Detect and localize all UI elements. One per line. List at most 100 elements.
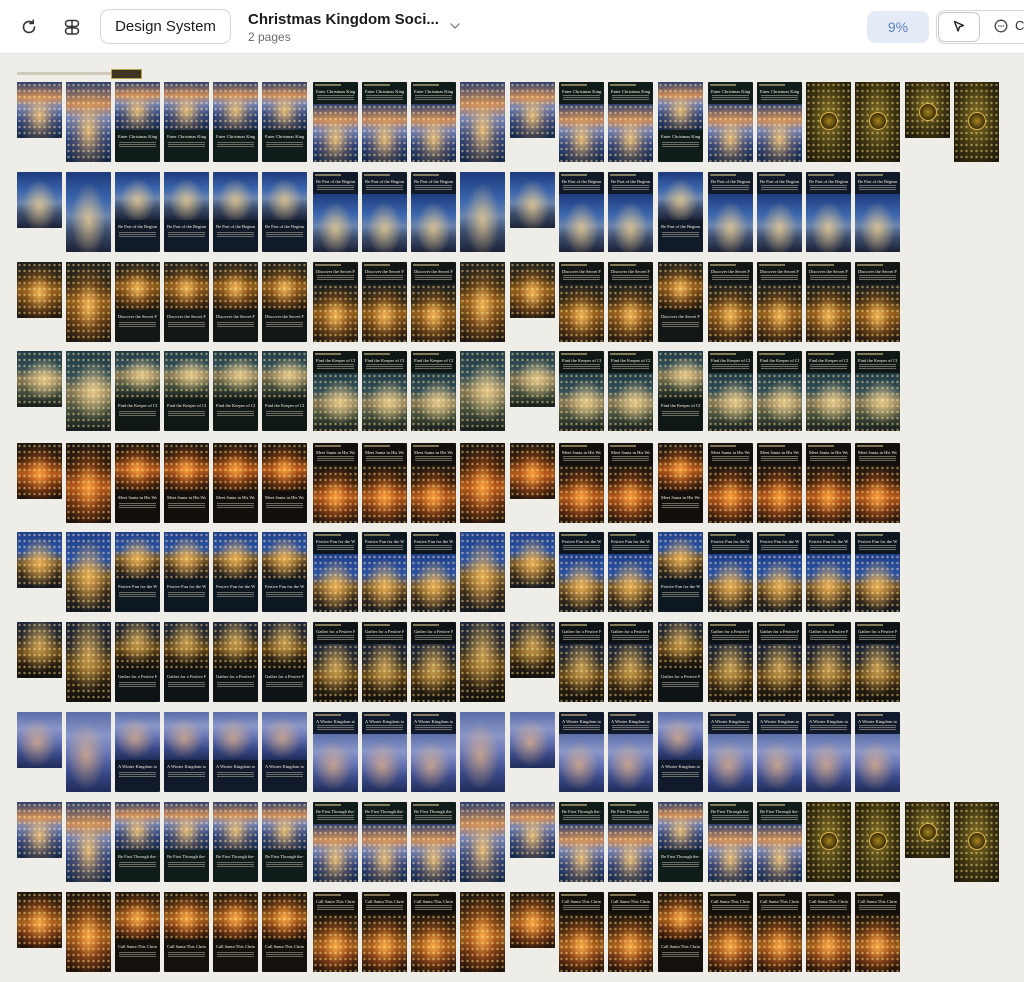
frame-thumbnail[interactable]: Enter Christmas Kingdom: [262, 82, 307, 162]
frame-thumbnail[interactable]: A Winter Kingdom to Discover: [608, 712, 653, 792]
frame-thumbnail[interactable]: A Winter Kingdom to Discover: [213, 712, 258, 792]
frame-thumbnail[interactable]: Be First Through the Gates: [262, 802, 307, 882]
frame-thumbnail[interactable]: Be First Through the Gates: [757, 802, 802, 882]
frame-thumbnail[interactable]: Meet Santa in His Woodland Grotto: [411, 443, 456, 523]
frame-thumbnail[interactable]: Find the Keeper of Christmas: [164, 351, 209, 431]
document-title[interactable]: Christmas Kingdom Soci...: [248, 11, 438, 28]
frame-thumbnail[interactable]: Festive Fun for the Whole Family: [411, 532, 456, 612]
frame-thumbnail[interactable]: Be First Through the Gates: [115, 802, 160, 882]
frame-thumbnail[interactable]: Discover the Secret Forest: [213, 262, 258, 342]
frame-thumbnail[interactable]: [17, 532, 62, 588]
frame-thumbnail[interactable]: Enter Christmas Kingdom: [313, 82, 358, 162]
frame-thumbnail[interactable]: A Winter Kingdom to Discover: [262, 712, 307, 792]
frame-thumbnail[interactable]: Discover the Secret Forest: [757, 262, 802, 342]
frame-thumbnail[interactable]: Be Part of the Beginning: [115, 172, 160, 252]
frame-thumbnail[interactable]: Find the Keeper of Christmas: [213, 351, 258, 431]
frame-thumbnail[interactable]: [17, 351, 62, 407]
frame-thumbnail[interactable]: Find the Keeper of Christmas: [262, 351, 307, 431]
frame-thumbnail[interactable]: Call Santa This Christmas: [658, 892, 703, 972]
frame-thumbnail[interactable]: [460, 892, 505, 972]
comment-icon[interactable]: [993, 18, 1009, 34]
frame-thumbnail[interactable]: [510, 443, 555, 499]
frame-thumbnail[interactable]: [460, 622, 505, 702]
frame-thumbnail[interactable]: A Winter Kingdom to Discover: [855, 712, 900, 792]
frame-thumbnail[interactable]: [954, 82, 999, 162]
frame-thumbnail[interactable]: Find the Keeper of Christmas: [313, 351, 358, 431]
frame-thumbnail[interactable]: Be Part of the Beginning: [262, 172, 307, 252]
frame-thumbnail[interactable]: [17, 622, 62, 678]
frame-thumbnail[interactable]: [510, 532, 555, 588]
frame-thumbnail[interactable]: [954, 802, 999, 882]
frame-thumbnail[interactable]: [510, 82, 555, 138]
frame-thumbnail[interactable]: Find the Keeper of Christmas: [608, 351, 653, 431]
frame-thumbnail[interactable]: [510, 172, 555, 228]
frame-thumbnail[interactable]: Meet Santa in His Woodland Grotto: [806, 443, 851, 523]
frame-thumbnail[interactable]: Enter Christmas Kingdom: [559, 82, 604, 162]
frame-thumbnail[interactable]: Call Santa This Christmas: [411, 892, 456, 972]
frame-thumbnail[interactable]: Gather for a Festive Feast: [608, 622, 653, 702]
frame-thumbnail[interactable]: Be First Through the Gates: [608, 802, 653, 882]
pages-button[interactable]: [55, 10, 89, 44]
frame-thumbnail[interactable]: [460, 712, 505, 792]
frame-thumbnail[interactable]: [17, 443, 62, 499]
frame-thumbnail[interactable]: Enter Christmas Kingdom: [115, 82, 160, 162]
frame-thumbnail[interactable]: [17, 262, 62, 318]
frame-thumbnail[interactable]: Be Part of the Beginning: [757, 172, 802, 252]
frame-thumbnail[interactable]: [460, 532, 505, 612]
frame-thumbnail[interactable]: Be Part of the Beginning: [855, 172, 900, 252]
frame-thumbnail[interactable]: [905, 802, 950, 858]
frame-thumbnail[interactable]: Be First Through the Gates: [164, 802, 209, 882]
frame-thumbnail[interactable]: Be Part of the Beginning: [658, 172, 703, 252]
frame-thumbnail[interactable]: Discover the Secret Forest: [806, 262, 851, 342]
frame-thumbnail[interactable]: [17, 172, 62, 228]
frame-thumbnail[interactable]: Be First Through the Gates: [313, 802, 358, 882]
frame-thumbnail[interactable]: Gather for a Festive Feast: [559, 622, 604, 702]
frame-thumbnail[interactable]: [66, 622, 111, 702]
frame-thumbnail[interactable]: Be First Through the Gates: [213, 802, 258, 882]
frame-thumbnail[interactable]: Be Part of the Beginning: [608, 172, 653, 252]
frame-thumbnail[interactable]: Discover the Secret Forest: [658, 262, 703, 342]
frame-thumbnail[interactable]: [17, 892, 62, 948]
chevron-down-icon[interactable]: [448, 19, 462, 33]
frame-thumbnail[interactable]: Gather for a Festive Feast: [164, 622, 209, 702]
frame-thumbnail[interactable]: [66, 532, 111, 612]
frame-thumbnail[interactable]: Festive Fun for the Whole Family: [708, 532, 753, 612]
frame-thumbnail[interactable]: Enter Christmas Kingdom: [362, 82, 407, 162]
frame-thumbnail[interactable]: [460, 802, 505, 882]
frame-thumbnail[interactable]: Be First Through the Gates: [362, 802, 407, 882]
frame-thumbnail[interactable]: A Winter Kingdom to Discover: [362, 712, 407, 792]
frame-thumbnail[interactable]: [510, 622, 555, 678]
comment-tool-label[interactable]: C: [1015, 18, 1024, 33]
frame-thumbnail[interactable]: Call Santa This Christmas: [559, 892, 604, 972]
frame-thumbnail[interactable]: Gather for a Festive Feast: [313, 622, 358, 702]
frame-thumbnail[interactable]: Festive Fun for the Whole Family: [115, 532, 160, 612]
design-canvas[interactable]: Enter Christmas Kingdom Enter Christmas K…: [0, 55, 1024, 982]
frame-thumbnail[interactable]: Meet Santa in His Woodland Grotto: [757, 443, 802, 523]
frame-thumbnail[interactable]: Meet Santa in His Woodland Grotto: [658, 443, 703, 523]
frame-thumbnail[interactable]: [510, 351, 555, 407]
frame-thumbnail[interactable]: Festive Fun for the Whole Family: [855, 532, 900, 612]
frame-thumbnail[interactable]: Call Santa This Christmas: [855, 892, 900, 972]
frame-thumbnail[interactable]: Find the Keeper of Christmas: [708, 351, 753, 431]
frame-thumbnail[interactable]: Meet Santa in His Woodland Grotto: [115, 443, 160, 523]
frame-thumbnail[interactable]: Call Santa This Christmas: [115, 892, 160, 972]
frame-thumbnail[interactable]: [17, 712, 62, 768]
frame-thumbnail[interactable]: Discover the Secret Forest: [164, 262, 209, 342]
frame-thumbnail[interactable]: Be Part of the Beginning: [362, 172, 407, 252]
frame-thumbnail[interactable]: Festive Fun for the Whole Family: [362, 532, 407, 612]
frame-thumbnail[interactable]: Festive Fun for the Whole Family: [213, 532, 258, 612]
frame-thumbnail[interactable]: Find the Keeper of Christmas: [806, 351, 851, 431]
frame-thumbnail[interactable]: Find the Keeper of Christmas: [362, 351, 407, 431]
frame-thumbnail[interactable]: [66, 443, 111, 523]
frame-thumbnail[interactable]: Discover the Secret Forest: [855, 262, 900, 342]
frame-thumbnail[interactable]: [17, 82, 62, 138]
frame-thumbnail[interactable]: A Winter Kingdom to Discover: [411, 712, 456, 792]
frame-thumbnail[interactable]: Discover the Secret Forest: [411, 262, 456, 342]
frame-thumbnail[interactable]: [510, 802, 555, 858]
frame-thumbnail[interactable]: Be Part of the Beginning: [806, 172, 851, 252]
frame-thumbnail[interactable]: [460, 262, 505, 342]
frame-thumbnail[interactable]: Call Santa This Christmas: [708, 892, 753, 972]
frame-thumbnail[interactable]: [855, 82, 900, 162]
frame-thumbnail[interactable]: Gather for a Festive Feast: [262, 622, 307, 702]
frame-thumbnail[interactable]: Call Santa This Christmas: [806, 892, 851, 972]
